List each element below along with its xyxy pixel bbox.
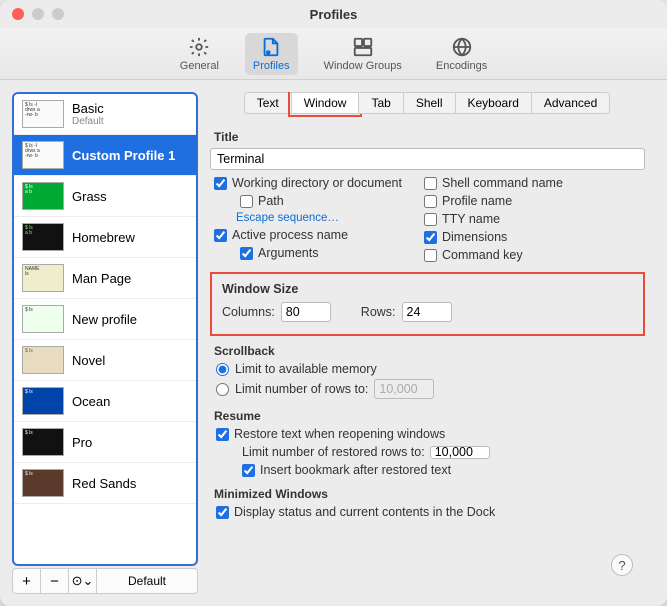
toolbar-label: Window Groups — [324, 60, 402, 72]
columns-label: Columns: — [222, 305, 275, 319]
profile-row-new-profile[interactable]: $ ls New profile — [14, 299, 196, 340]
title-section-label: Title — [214, 130, 645, 144]
window-size-label: Window Size — [222, 282, 633, 296]
profile-name: Homebrew — [72, 230, 135, 245]
tab-keyboard[interactable]: Keyboard — [455, 92, 532, 114]
ellipsis-dropdown-icon: ⊙⌄ — [72, 573, 94, 589]
profile-row-homebrew[interactable]: $ lsa b Homebrew — [14, 217, 196, 258]
profile-row-basic[interactable]: $ ls -ldrwx a-rw- b Basic Default — [14, 94, 196, 135]
chk-tty-name[interactable]: TTY name — [424, 212, 645, 226]
chk-insert-bookmark[interactable]: Insert bookmark after restored text — [216, 463, 645, 477]
chk-command-key[interactable]: Command key — [424, 248, 645, 262]
minimized-label: Minimized Windows — [214, 487, 645, 501]
profile-name: Pro — [72, 435, 92, 450]
profile-tabbar: Text Window Tab Shell Keyboard Advanced — [210, 92, 645, 114]
profile-actions-menu[interactable]: ⊙⌄ — [69, 569, 97, 593]
profile-thumbnail: $ ls — [22, 387, 64, 415]
window-size-section: Window Size Columns: Rows: — [210, 272, 645, 336]
profile-row-man-page[interactable]: NAMEls Man Page — [14, 258, 196, 299]
globe-icon — [451, 36, 473, 58]
profile-row-grass[interactable]: $ lsa b Grass — [14, 176, 196, 217]
profile-name: Red Sands — [72, 476, 136, 491]
tab-shell[interactable]: Shell — [403, 92, 456, 114]
profile-thumbnail: $ ls -ldrwx a-rw- b — [22, 100, 64, 128]
set-default-button[interactable]: Default — [97, 569, 197, 593]
chk-display-dock[interactable]: Display status and current contents in t… — [216, 505, 645, 519]
radio-limit-memory[interactable]: Limit to available memory — [216, 362, 645, 376]
chk-path[interactable]: Path — [214, 194, 424, 208]
columns-input[interactable] — [281, 302, 331, 322]
profile-row-ocean[interactable]: $ ls Ocean — [14, 381, 196, 422]
profile-name: Grass — [72, 189, 107, 204]
profile-icon — [260, 36, 282, 58]
profile-subtitle: Default — [72, 116, 104, 127]
profile-name: Ocean — [72, 394, 110, 409]
preferences-toolbar: General Profiles Window Groups Encodings — [0, 28, 667, 80]
profile-row-custom-1[interactable]: $ ls -ldrwx a-rw- b Custom Profile 1 — [14, 135, 196, 176]
window-title: Profiles — [0, 7, 667, 22]
restore-rows-label: Limit number of restored rows to: — [242, 445, 425, 459]
toolbar-general[interactable]: General — [172, 33, 227, 75]
profile-row-novel[interactable]: $ ls Novel — [14, 340, 196, 381]
gear-icon — [188, 36, 210, 58]
chk-arguments[interactable]: Arguments — [214, 246, 424, 260]
profile-name: New profile — [72, 312, 137, 327]
rows-label: Rows: — [361, 305, 396, 319]
chk-dimensions[interactable]: Dimensions — [424, 230, 645, 244]
tab-text[interactable]: Text — [244, 92, 292, 114]
remove-profile-button[interactable]: − — [41, 569, 69, 593]
chk-working-directory[interactable]: Working directory or document — [214, 176, 424, 190]
chk-shell-command[interactable]: Shell command name — [424, 176, 645, 190]
profile-name: Basic — [72, 101, 104, 116]
restore-rows-input[interactable] — [430, 446, 490, 459]
profile-thumbnail: $ lsa b — [22, 182, 64, 210]
profile-thumbnail: NAMEls — [22, 264, 64, 292]
toolbar-profiles[interactable]: Profiles — [245, 33, 298, 75]
scrollback-label: Scrollback — [214, 344, 645, 358]
profile-row-red-sands[interactable]: $ ls Red Sands — [14, 463, 196, 504]
resume-label: Resume — [214, 409, 645, 423]
toolbar-window-groups[interactable]: Window Groups — [316, 33, 410, 75]
scrollback-rows-input — [374, 379, 434, 399]
profile-thumbnail: $ ls — [22, 469, 64, 497]
profile-thumbnail: $ ls — [22, 305, 64, 333]
window-title-input[interactable] — [210, 148, 645, 170]
profile-thumbnail: $ ls — [22, 428, 64, 456]
profile-thumbnail: $ ls -ldrwx a-rw- b — [22, 141, 64, 169]
profiles-sidebar[interactable]: $ ls -ldrwx a-rw- b Basic Default $ ls -… — [12, 92, 198, 566]
profile-name: Novel — [72, 353, 105, 368]
chk-active-process[interactable]: Active process name — [214, 228, 424, 242]
toolbar-label: Profiles — [253, 60, 290, 72]
tab-tab[interactable]: Tab — [358, 92, 403, 114]
profile-name: Man Page — [72, 271, 131, 286]
tab-window[interactable]: Window — [291, 92, 360, 114]
toolbar-label: Encodings — [436, 60, 487, 72]
radio-limit-rows[interactable]: Limit number of rows to: — [216, 379, 645, 399]
profile-row-pro[interactable]: $ ls Pro — [14, 422, 196, 463]
add-profile-button[interactable]: + — [13, 569, 41, 593]
toolbar-encodings[interactable]: Encodings — [428, 33, 495, 75]
chk-restore-text[interactable]: Restore text when reopening windows — [216, 427, 645, 441]
profile-thumbnail: $ ls — [22, 346, 64, 374]
profile-thumbnail: $ lsa b — [22, 223, 64, 251]
profile-name: Custom Profile 1 — [72, 148, 175, 163]
rows-input[interactable] — [402, 302, 452, 322]
escape-sequence-link[interactable]: Escape sequence… — [214, 212, 424, 224]
chk-profile-name[interactable]: Profile name — [424, 194, 645, 208]
toolbar-label: General — [180, 60, 219, 72]
window-groups-icon — [352, 36, 374, 58]
help-button[interactable]: ? — [611, 554, 633, 576]
tab-advanced[interactable]: Advanced — [531, 92, 610, 114]
